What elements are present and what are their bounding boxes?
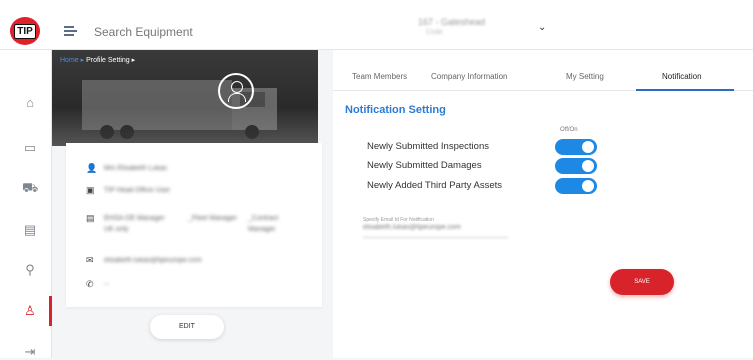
profile-name-row: 👤 Mrs Elisabeth Lukas (86, 163, 167, 174)
person-icon: 👤 (86, 163, 98, 173)
inspection-icon[interactable]: ⚲ (22, 262, 38, 278)
report-icon[interactable]: ▤ (22, 222, 38, 238)
home-icon[interactable]: ⌂ (22, 95, 38, 111)
tab-bar: Team Members Company Information My Sett… (333, 50, 753, 91)
phone-icon: ✆ (86, 279, 94, 289)
profile-role-contract: _Contract Manager (248, 215, 279, 233)
tip-logo[interactable]: TIP (10, 17, 40, 45)
breadcrumb-current: Profile Setting ▸ (86, 57, 136, 64)
toggle-inspections[interactable] (555, 139, 597, 155)
tab-notification[interactable]: Notification (662, 72, 702, 81)
save-button[interactable]: SAVE (610, 269, 674, 295)
active-tab-underline (636, 89, 734, 91)
truck-icon[interactable]: ⛟ (22, 180, 38, 196)
profile-card: 👤 Mrs Elisabeth Lukas ▣ TIP Head Office … (66, 143, 322, 307)
avatar-icon[interactable] (218, 73, 254, 109)
profile-office-row: ▣ TIP Head Office User (86, 185, 170, 196)
notification-email-field[interactable]: elisabeth.lukas@tipeurope.com (363, 224, 508, 238)
trailer-icon[interactable]: ▭ (22, 140, 38, 156)
active-indicator (49, 296, 52, 326)
mail-icon: ✉ (86, 255, 94, 265)
toggle-third-party-assets[interactable] (555, 178, 597, 194)
role-card-icon: ▤ (86, 213, 95, 223)
truck-image (82, 80, 277, 139)
toggle-damages[interactable] (555, 158, 597, 174)
tab-company-information[interactable]: Company Information (431, 72, 507, 81)
depot-selector[interactable]: 167 - Gateshead Code (418, 17, 485, 36)
user-icon[interactable]: ♙ (22, 303, 38, 319)
search-input[interactable]: Search Equipment (94, 25, 193, 39)
hamburger-menu-icon[interactable] (64, 26, 78, 36)
section-title: Notification Setting (345, 104, 446, 116)
profile-role: EHSA-DE Manager UK only (104, 215, 165, 233)
profile-name: Mrs Elisabeth Lukas (104, 165, 168, 172)
profile-email-row: ✉ elisabeth.lukas@tipeurope.com (86, 255, 202, 266)
notification-label-damages: Newly Submitted Damages (367, 160, 482, 171)
profile-office: TIP Head Office User (104, 187, 171, 194)
profile-phone-row: ✆ -- (86, 279, 109, 290)
profile-phone: -- (104, 281, 109, 288)
tab-team-members[interactable]: Team Members (352, 72, 407, 81)
edit-button[interactable]: EDIT (150, 315, 224, 339)
breadcrumb: Home ▸ Profile Setting ▸ (60, 56, 135, 64)
profile-email: elisabeth.lukas@tipeurope.com (104, 257, 202, 264)
chevron-down-icon[interactable]: ⌄ (538, 22, 546, 33)
top-bar: TIP Search Equipment 167 - Gateshead Cod… (0, 0, 753, 50)
email-field-label: Specify Email Id For Notification (363, 217, 434, 223)
sidebar: ⌂ ▭ ⛟ ▤ ⚲ ♙ ⇥ (0, 50, 52, 359)
notification-label-third-party: Newly Added Third Party Assets (367, 180, 502, 191)
profile-hero: Home ▸ Profile Setting ▸ (52, 50, 318, 146)
notification-label-inspections: Newly Submitted Inspections (367, 141, 489, 152)
profile-role-row: ▤ EHSA-DE Manager UK only _Fleet Manager… (86, 213, 298, 235)
settings-panel: Team Members Company Information My Sett… (333, 50, 753, 358)
tab-my-setting[interactable]: My Setting (566, 72, 604, 81)
id-card-icon: ▣ (86, 185, 95, 195)
profile-role-fleet: _Fleet Manager (188, 215, 238, 222)
off-on-label: Off/On (560, 127, 578, 133)
breadcrumb-home[interactable]: Home ▸ (60, 57, 84, 64)
